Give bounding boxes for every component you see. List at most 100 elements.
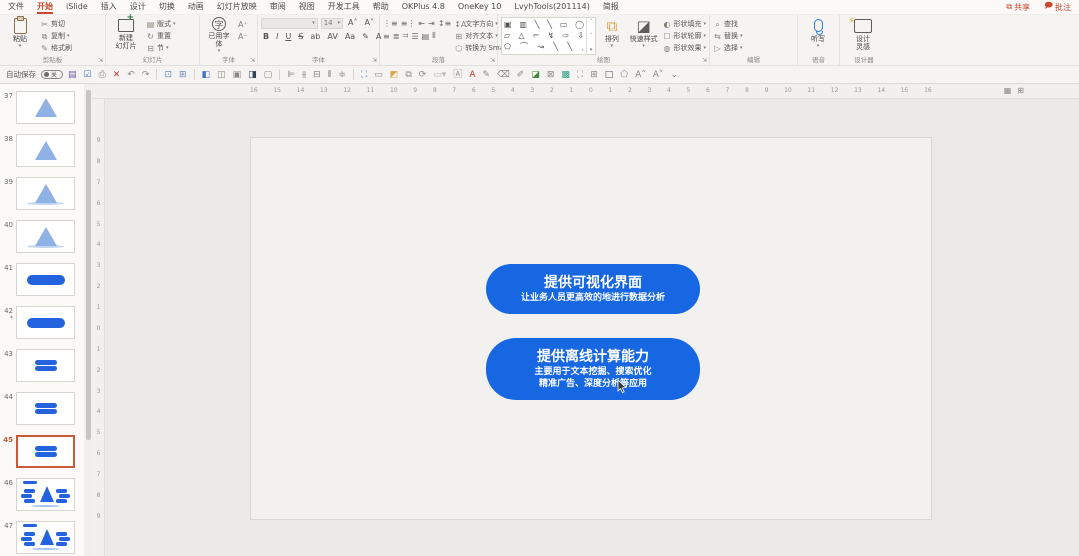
- font-name-combo[interactable]: ▾: [261, 17, 318, 29]
- qat-close-red-icon[interactable]: ✕: [113, 67, 121, 83]
- gallery-down-icon[interactable]: ˅: [590, 33, 593, 39]
- slide-thumbnail-45[interactable]: [16, 435, 75, 468]
- qat-slideshow-current-icon[interactable]: ⊞: [179, 67, 187, 83]
- menu-tab-开发工具[interactable]: 开发工具: [328, 0, 360, 14]
- slide-thumbnail-43[interactable]: [16, 349, 75, 382]
- format-painter-button[interactable]: ✎ 格式刷: [40, 43, 72, 54]
- comments-button[interactable]: 🗩 批注: [1044, 0, 1071, 14]
- menu-tab-OKPlus 4.8[interactable]: OKPlus 4.8: [402, 0, 445, 14]
- slide-page[interactable]: 提供可视化界面 让业务人员更高效的地进行数据分析提供离线计算能力 主要用于文本挖掘、…: [250, 137, 932, 520]
- paragraph-icon-r2-1[interactable]: ≣: [393, 32, 400, 41]
- shape-gallery[interactable]: ▣ ▥ ╲ ╲ ▭ ◯ ▱ △ ⌐ ↯ ⇨ ⇩ ⬠ ⌒ ↝ ╲ ╲ ˯ ˄ ˅ ▾: [501, 17, 597, 55]
- increase-font-button[interactable]: A˄: [346, 17, 359, 29]
- qat-normal-view-icon[interactable]: ◧: [202, 67, 211, 83]
- qat-new-slide-icon[interactable]: ▣: [233, 67, 242, 83]
- qat-font-color-icon[interactable]: A: [469, 67, 475, 83]
- qat-align-left-icon[interactable]: ⊫: [287, 67, 295, 83]
- select-button[interactable]: ▷ 选择 ▾: [713, 43, 742, 54]
- qat-save-icon[interactable]: ▤: [68, 67, 77, 83]
- qat-slideshow-from-start-icon[interactable]: ⊡: [164, 67, 172, 83]
- qat-distribute-v-icon[interactable]: ≑: [338, 67, 346, 83]
- font-style-button-s[interactable]: S: [296, 31, 305, 43]
- shape-glyph-0-1[interactable]: ▥: [519, 20, 527, 30]
- shape-glyph-0-3[interactable]: ╲: [547, 20, 552, 30]
- paragraph-icon-r1-2[interactable]: ⇤: [418, 19, 425, 28]
- menu-tab-开始[interactable]: 开始: [37, 0, 53, 14]
- shape-glyph-0-4[interactable]: ▭: [560, 20, 568, 30]
- qat-combo-blank[interactable]: ▭▾: [433, 67, 446, 83]
- qat-font-shrink-icon[interactable]: A˅: [653, 67, 664, 83]
- menu-tab-审阅[interactable]: 审阅: [270, 0, 286, 14]
- menu-tab-iSlide[interactable]: iSlide: [66, 0, 88, 14]
- shape-effects-button[interactable]: ◍ 形状效果 ▾: [662, 43, 706, 54]
- share-button[interactable]: ⧉ 共享: [1006, 2, 1030, 13]
- qat-square-icon[interactable]: □: [605, 67, 614, 83]
- qat-language-icon[interactable]: 🄰: [453, 67, 462, 83]
- slide-thumbnail-39[interactable]: [16, 177, 75, 210]
- drawing-dialog-launcher[interactable]: ⇲: [702, 57, 707, 64]
- shape-outline-button[interactable]: ☐ 形状轮廓 ▾: [662, 31, 706, 42]
- shape-fill-button[interactable]: ◐ 形状填充 ▾: [662, 19, 706, 30]
- qat-more-icon[interactable]: ⌄: [670, 67, 678, 83]
- paragraph-icon-r1-0[interactable]: ⋮≡: [383, 19, 398, 28]
- shape-glyph-0-5[interactable]: ◯: [575, 20, 584, 30]
- shape-glyph-2-2[interactable]: ↝: [537, 42, 544, 52]
- paragraph-icon-r1-3[interactable]: ⇥: [428, 19, 435, 28]
- menu-tab-设计[interactable]: 设计: [130, 0, 146, 14]
- qat-table-icon[interactable]: ⊞: [590, 67, 598, 83]
- shape-glyph-2-0[interactable]: ⬠: [504, 42, 511, 52]
- paragraph-dialog-launcher[interactable]: ⇲: [490, 57, 495, 64]
- paragraph-icon-r1-1[interactable]: ≡⋮: [401, 19, 416, 28]
- qat-save-status-icon[interactable]: ☑: [84, 67, 92, 83]
- qat-rotate-icon[interactable]: ⟳: [419, 67, 427, 83]
- shape-glyph-2-3[interactable]: ╲: [553, 42, 558, 52]
- font-style-button-✎[interactable]: ✎: [360, 31, 371, 43]
- shape-glyph-2-5[interactable]: ˯: [581, 42, 584, 52]
- qat-highlight-icon[interactable]: ✐: [517, 67, 525, 83]
- autosave-toggle[interactable]: 关: [41, 70, 63, 79]
- shape-glyph-1-2[interactable]: ⌐: [533, 31, 540, 41]
- shape-glyph-1-0[interactable]: ▱: [504, 31, 510, 41]
- paste-button[interactable]: 粘贴 ▾: [3, 16, 37, 55]
- font-dialog-launcher[interactable]: ⇲: [372, 57, 377, 64]
- qat-swatch-icon[interactable]: ▩: [561, 67, 570, 83]
- clipboard-dialog-launcher[interactable]: ⇲: [98, 57, 103, 64]
- qat-theme-colors-icon[interactable]: ◨: [248, 67, 257, 83]
- shape-glyph-1-1[interactable]: △: [518, 31, 524, 41]
- slide-thumbnail-41[interactable]: [16, 263, 75, 296]
- paragraph-icon-r2-4[interactable]: ▤: [422, 32, 430, 41]
- font-style-button-ab[interactable]: ab: [308, 31, 322, 43]
- qat-shape-icon[interactable]: ⬠: [620, 67, 628, 83]
- menu-tab-帮助[interactable]: 帮助: [373, 0, 389, 14]
- panel-scrollbar[interactable]: [84, 84, 92, 556]
- menu-tab-OneKey 10[interactable]: OneKey 10: [458, 0, 502, 14]
- qat-group-icon[interactable]: ⧉: [405, 67, 411, 83]
- qat-font-grow-icon[interactable]: A˄: [635, 67, 646, 83]
- layout-button[interactable]: ▤ 版式 ▾: [146, 19, 176, 30]
- menu-tab-简报[interactable]: 简报: [603, 0, 619, 14]
- shape-glyph-1-3[interactable]: ↯: [548, 31, 555, 41]
- quick-styles-button[interactable]: ◪ 快速样式 ▾: [628, 17, 660, 55]
- qat-eraser-icon[interactable]: ⌫: [497, 67, 510, 83]
- qat-undo-icon[interactable]: ↶: [127, 67, 135, 83]
- section-button[interactable]: ⊟ 节 ▾: [146, 43, 176, 54]
- qat-sorter-view-icon[interactable]: ◫: [217, 67, 226, 83]
- qat-fill-color-icon[interactable]: ◩: [390, 67, 399, 83]
- panel-scrollbar-thumb[interactable]: [85, 90, 91, 440]
- menu-tab-动画[interactable]: 动画: [188, 0, 204, 14]
- qat-redo-icon[interactable]: ↷: [142, 67, 150, 83]
- slide-thumbnail-47[interactable]: [16, 521, 75, 554]
- paragraph-icon-r2-5[interactable]: ⫴: [432, 31, 435, 41]
- menu-tab-切换[interactable]: 切换: [159, 0, 175, 14]
- slide-shape-1[interactable]: 提供离线计算能力 主要用于文本挖掘、搜索优化 精准广告、深度分析等应用: [486, 338, 700, 400]
- slide-thumbnail-38[interactable]: [16, 134, 75, 167]
- menu-tab-文件[interactable]: 文件: [8, 0, 24, 14]
- slide-shape-0[interactable]: 提供可视化界面 让业务人员更高效的地进行数据分析: [486, 264, 700, 314]
- slide-thumbnail-44[interactable]: [16, 392, 75, 425]
- find-button[interactable]: ⌕ 查找: [713, 19, 743, 30]
- grow-font-button[interactable]: A⁺: [238, 19, 248, 30]
- used-font-dialog-launcher[interactable]: ⇲: [250, 57, 255, 64]
- qat-align-middle-icon[interactable]: ⊟: [313, 67, 321, 83]
- menu-tab-LvyhTools(201114)[interactable]: LvyhTools(201114): [514, 0, 589, 14]
- gallery-up-icon[interactable]: ˄: [590, 19, 593, 25]
